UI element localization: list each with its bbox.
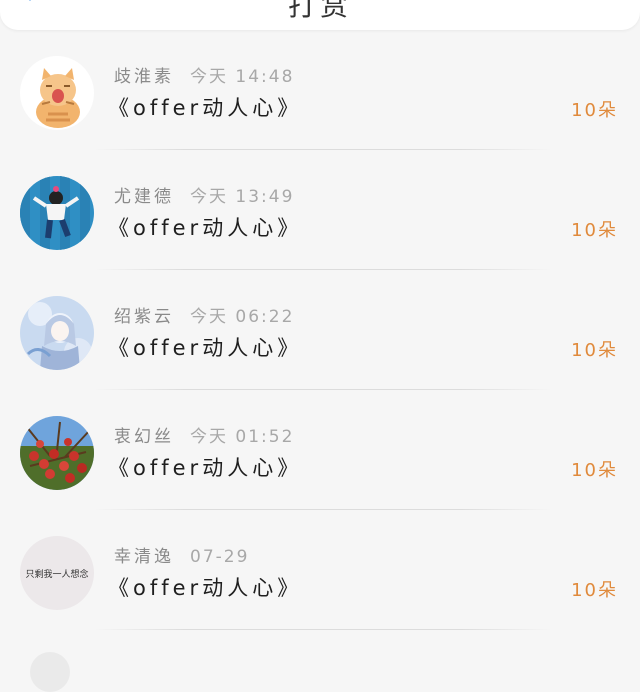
gift-amount: 10朵 [571,340,618,361]
gift-amount: 10朵 [571,100,618,121]
list-item[interactable]: 尤建德 今天 13:49 《offer动人心》 10朵 [0,150,640,270]
sender-line: 衷幻丝 今天 01:52 [114,422,294,447]
sender-name: 尤建德 [114,187,174,207]
sender-name: 衷幻丝 [114,427,174,447]
book-title: 《offer动人心》 [108,216,303,240]
list-item[interactable]: 衷幻丝 今天 01:52 《offer动人心》 10朵 [0,390,640,510]
sender-name: 绍紫云 [114,307,174,327]
book-title: 《offer动人心》 [108,336,303,360]
send-time: 今天 13:49 [190,187,295,207]
list-item[interactable]: 歧淮素 今天 14:48 《offer动人心》 10朵 [0,30,640,150]
list-item[interactable]: 只剩我一人想念 幸清逸 07-29 《offer动人心》 10朵 [0,510,640,630]
avatar[interactable] [20,416,94,490]
send-time: 今天 06:22 [190,307,295,327]
girl-avatar-image [20,176,94,250]
berries-avatar-image [20,416,94,490]
handwriting-avatar-image: 只剩我一人想念 [20,536,94,610]
book-title: 《offer动人心》 [108,456,303,480]
sender-line: 幸清逸 07-29 [114,542,249,567]
top-bar: 打赏 [0,0,640,30]
avatar[interactable] [30,652,70,692]
gift-amount: 10朵 [571,220,618,241]
avatar[interactable] [20,176,94,250]
gift-amount: 10朵 [571,460,618,481]
sender-name: 歧淮素 [114,67,174,87]
cat-avatar-image [20,56,94,130]
send-time: 今天 14:48 [190,67,295,87]
avatar-handwriting-text: 只剩我一人想念 [25,568,88,580]
list-item[interactable]: 绍紫云 今天 06:22 《offer动人心》 10朵 [0,270,640,390]
book-title: 《offer动人心》 [108,96,303,120]
gift-amount: 10朵 [571,580,618,601]
sender-line: 歧淮素 今天 14:48 [114,62,294,87]
avatar[interactable] [20,56,94,130]
sender-line: 尤建德 今天 13:49 [114,182,294,207]
anime-girl-avatar-image [20,296,94,370]
avatar[interactable]: 只剩我一人想念 [20,536,94,610]
avatar[interactable] [20,296,94,370]
book-title: 《offer动人心》 [108,576,303,600]
gift-record-list: 歧淮素 今天 14:48 《offer动人心》 10朵 尤建德 今天 13:49 《… [0,30,640,692]
sender-line: 绍紫云 今天 06:22 [114,302,294,327]
send-time: 07-29 [190,547,250,567]
sender-name: 幸清逸 [114,547,174,567]
send-time: 今天 01:52 [190,427,295,447]
page-title: 打赏 [287,0,352,22]
